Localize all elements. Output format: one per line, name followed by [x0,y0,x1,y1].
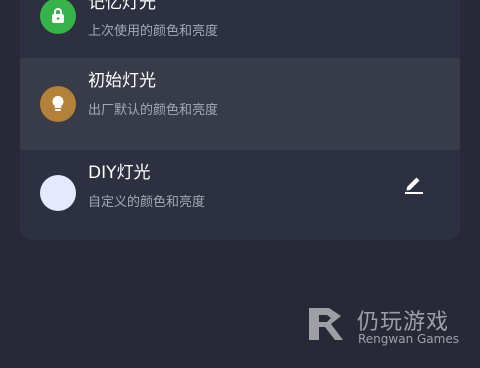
watermark-text-en: Rengwan Games [358,332,459,346]
edit-pencil-icon[interactable] [402,171,426,195]
light-mode-card: 记忆灯光 上次使用的颜色和亮度 初始灯光 出厂默认的颜色和亮度 DIY灯光 自定… [20,0,460,240]
color-swatch-icon [40,175,76,211]
light-option-desc: 上次使用的颜色和亮度 [88,24,219,39]
rengwan-watermark: 仍玩游戏 Rengwan Games [305,302,465,352]
light-option-title: 初始灯光 [88,71,156,91]
light-option-title: 记忆灯光 [88,0,156,13]
light-option-diy[interactable]: DIY灯光 自定义的颜色和亮度 [20,150,460,240]
light-option-initial[interactable]: 初始灯光 出厂默认的颜色和亮度 [20,58,460,150]
light-option-desc: 自定义的颜色和亮度 [88,195,206,210]
lightbulb-icon [40,86,76,122]
light-option-desc: 出厂默认的颜色和亮度 [88,103,219,118]
light-option-title: DIY灯光 [88,163,151,183]
memory-lock-icon [40,0,76,34]
rengwan-logo-icon [309,308,343,340]
